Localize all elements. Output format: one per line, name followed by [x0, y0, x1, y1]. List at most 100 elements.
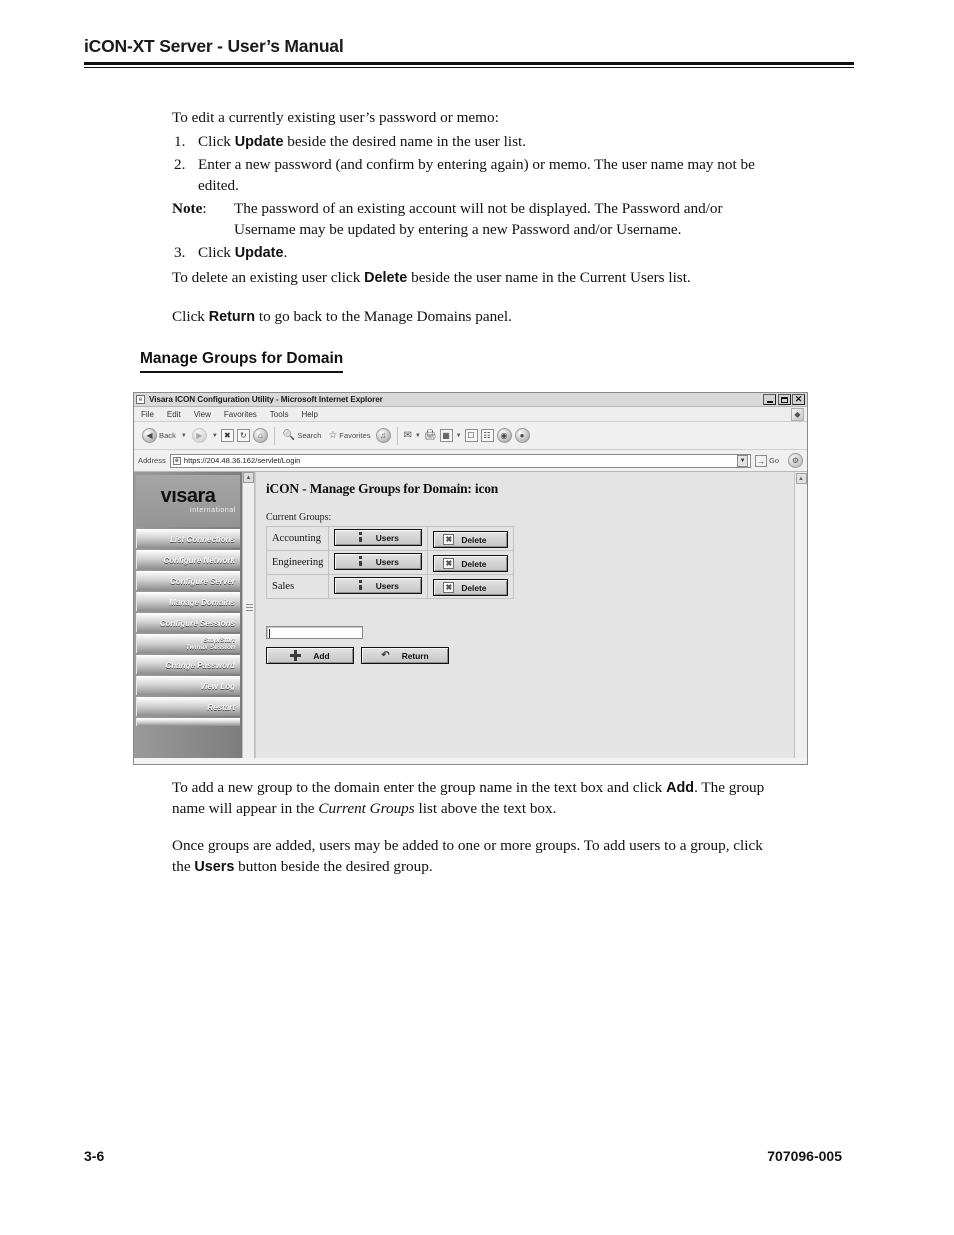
- sidebar-item-change-password[interactable]: Change Password: [136, 655, 240, 674]
- step-bold-update: Update: [234, 133, 284, 150]
- intro-lead: To edit a currently existing user’s pass…: [172, 109, 499, 126]
- step-text-post: beside the desired name in the user list…: [283, 132, 526, 150]
- globe-icon[interactable]: ◉: [496, 428, 512, 443]
- section-heading-text: Manage Groups for Domain: [140, 350, 344, 367]
- search-label: Search: [297, 431, 322, 440]
- stop-button[interactable]: ✖: [220, 429, 234, 442]
- note-label: Note:: [172, 200, 207, 217]
- sidebar-item-configure-network[interactable]: Configure Network: [136, 550, 240, 569]
- list-number: 3.: [174, 244, 186, 261]
- add-group-paragraph: To add a new group to the domain enter t…: [172, 778, 770, 819]
- sidebar-item-manage-domains[interactable]: Manage Domains: [136, 592, 240, 611]
- favorites-button[interactable]: ☆ Favorites: [326, 430, 372, 442]
- current-groups-label: Current Groups:: [266, 512, 332, 523]
- address-dropdown-icon[interactable]: ▼: [737, 454, 749, 467]
- magnifier-icon: 🔍: [282, 429, 296, 441]
- print-icon[interactable]: 🖨: [424, 430, 437, 441]
- list-item: 2. Enter a new password (and confirm by …: [172, 155, 772, 196]
- media-button[interactable]: ♫: [375, 428, 391, 443]
- edit-icon[interactable]: ▦: [439, 429, 453, 442]
- delete-button-label: Delete: [461, 582, 487, 593]
- restore-button[interactable]: [777, 394, 791, 405]
- address-url-text: https://204.48.36.162/servlet/Login: [183, 456, 301, 465]
- home-button[interactable]: ⌂: [252, 428, 268, 443]
- mail-icon[interactable]: ✉: [404, 430, 412, 441]
- menu-item-file[interactable]: File: [141, 410, 154, 419]
- delete-button[interactable]: ✖ Delete: [433, 555, 509, 572]
- group-name-cell: Accounting: [265, 526, 330, 551]
- return-button-label: Return: [401, 650, 429, 661]
- messenger-icon[interactable]: ☐: [464, 429, 478, 442]
- section-heading-rule: [140, 371, 344, 373]
- back-dropdown-icon[interactable]: ▼: [181, 433, 187, 439]
- sidebar-item-label: Restart: [207, 702, 235, 712]
- header-rule-thick: [84, 62, 854, 65]
- users-icon: [358, 556, 364, 567]
- delete-button[interactable]: ✖ Delete: [433, 579, 509, 596]
- sidebar-item-clipped[interactable]: [136, 718, 240, 726]
- back-label: Back: [159, 431, 176, 440]
- go-button[interactable]: → Go: [755, 454, 779, 467]
- page-scroll-up-arrow-icon[interactable]: ▲: [795, 473, 807, 484]
- menu-item-edit[interactable]: Edit: [167, 410, 181, 419]
- minimize-button[interactable]: [763, 394, 776, 405]
- undo-arrow-icon: ↶: [381, 649, 390, 661]
- delete-x-icon: ✖: [443, 582, 455, 593]
- sidebar-item-label: Configure Network: [163, 555, 235, 565]
- refresh-button[interactable]: ↻: [236, 429, 250, 442]
- group-delete-cell: ✖ Delete: [427, 550, 515, 575]
- sidebar-item-label: View Log: [200, 681, 235, 691]
- discuss-icon[interactable]: ●: [514, 428, 530, 443]
- menu-item-view[interactable]: View: [194, 410, 211, 419]
- sidebar-item-stop-start-twinax-session[interactable]: Stop/Start Twinax Session: [136, 634, 240, 653]
- delete-button[interactable]: ✖ Delete: [433, 531, 509, 548]
- users-icon: [358, 580, 364, 591]
- group-delete-cell: ✖ Delete: [427, 526, 515, 551]
- frame-scrollbar[interactable]: ▲: [242, 472, 255, 758]
- users-button[interactable]: Users: [334, 577, 423, 594]
- section-heading: Manage Groups for Domain: [140, 350, 344, 373]
- star-icon: ☆: [328, 429, 338, 441]
- links-toolbar-icon[interactable]: ⚙: [788, 453, 803, 468]
- back-arrow-icon: ◀: [142, 428, 157, 443]
- new-group-input[interactable]: [266, 626, 363, 639]
- mail-dropdown-icon[interactable]: ▼: [415, 433, 421, 439]
- menu-item-tools[interactable]: Tools: [270, 410, 289, 419]
- back-button[interactable]: ◀ Back: [140, 427, 178, 444]
- scroll-up-arrow-icon[interactable]: ▲: [243, 472, 254, 483]
- note-text: The password of an existing account will…: [234, 200, 723, 238]
- web-sidebar: vısara international List Connections Co…: [134, 472, 242, 758]
- toolbar-separator: [396, 426, 398, 445]
- users-button[interactable]: Users: [334, 553, 423, 570]
- sidebar-item-configure-sessions[interactable]: Configure Sessions: [136, 613, 240, 632]
- delete-bold: Delete: [364, 270, 408, 286]
- sidebar-item-list-connections[interactable]: List Connections: [136, 529, 240, 548]
- return-button[interactable]: ↶ Return: [361, 647, 449, 664]
- outro-p1-a: To add a new group to the domain enter t…: [172, 779, 667, 796]
- sidebar-item-restart[interactable]: Restart: [136, 697, 240, 716]
- forward-button[interactable]: ▶: [190, 427, 209, 444]
- return-text-pre: Click: [172, 308, 209, 325]
- action-button-row: Add ↶ Return: [266, 647, 794, 664]
- sidebar-item-configure-server[interactable]: Configure Server: [136, 571, 240, 590]
- delete-user-paragraph: To delete an existing user click Delete …: [172, 268, 792, 289]
- menu-item-favorites[interactable]: Favorites: [224, 410, 257, 419]
- browser-menubar: File Edit View Favorites Tools Help ◆: [134, 407, 807, 422]
- sidebar-item-label: Manage Domains: [169, 597, 235, 607]
- research-icon[interactable]: ☷: [480, 429, 494, 442]
- users-button[interactable]: Users: [334, 529, 423, 546]
- menu-item-help[interactable]: Help: [301, 410, 317, 419]
- group-users-cell: Users: [328, 574, 429, 599]
- page-title: iCON - Manage Groups for Domain: icon: [266, 481, 499, 496]
- scrollbar-grip[interactable]: [246, 604, 253, 613]
- users-icon: [358, 532, 364, 543]
- address-input[interactable]: e https://204.48.36.162/servlet/Login ▼: [169, 453, 752, 468]
- footer-page-number: 3-6: [84, 1148, 105, 1164]
- close-button[interactable]: ✕: [792, 394, 805, 405]
- delete-button-label: Delete: [461, 534, 487, 545]
- toolbar-separator: [273, 426, 275, 445]
- page-scrollbar[interactable]: ▲: [794, 472, 807, 758]
- add-button[interactable]: Add: [266, 647, 354, 664]
- sidebar-item-view-log[interactable]: View Log: [136, 676, 240, 695]
- search-button[interactable]: 🔍 Search: [281, 430, 324, 442]
